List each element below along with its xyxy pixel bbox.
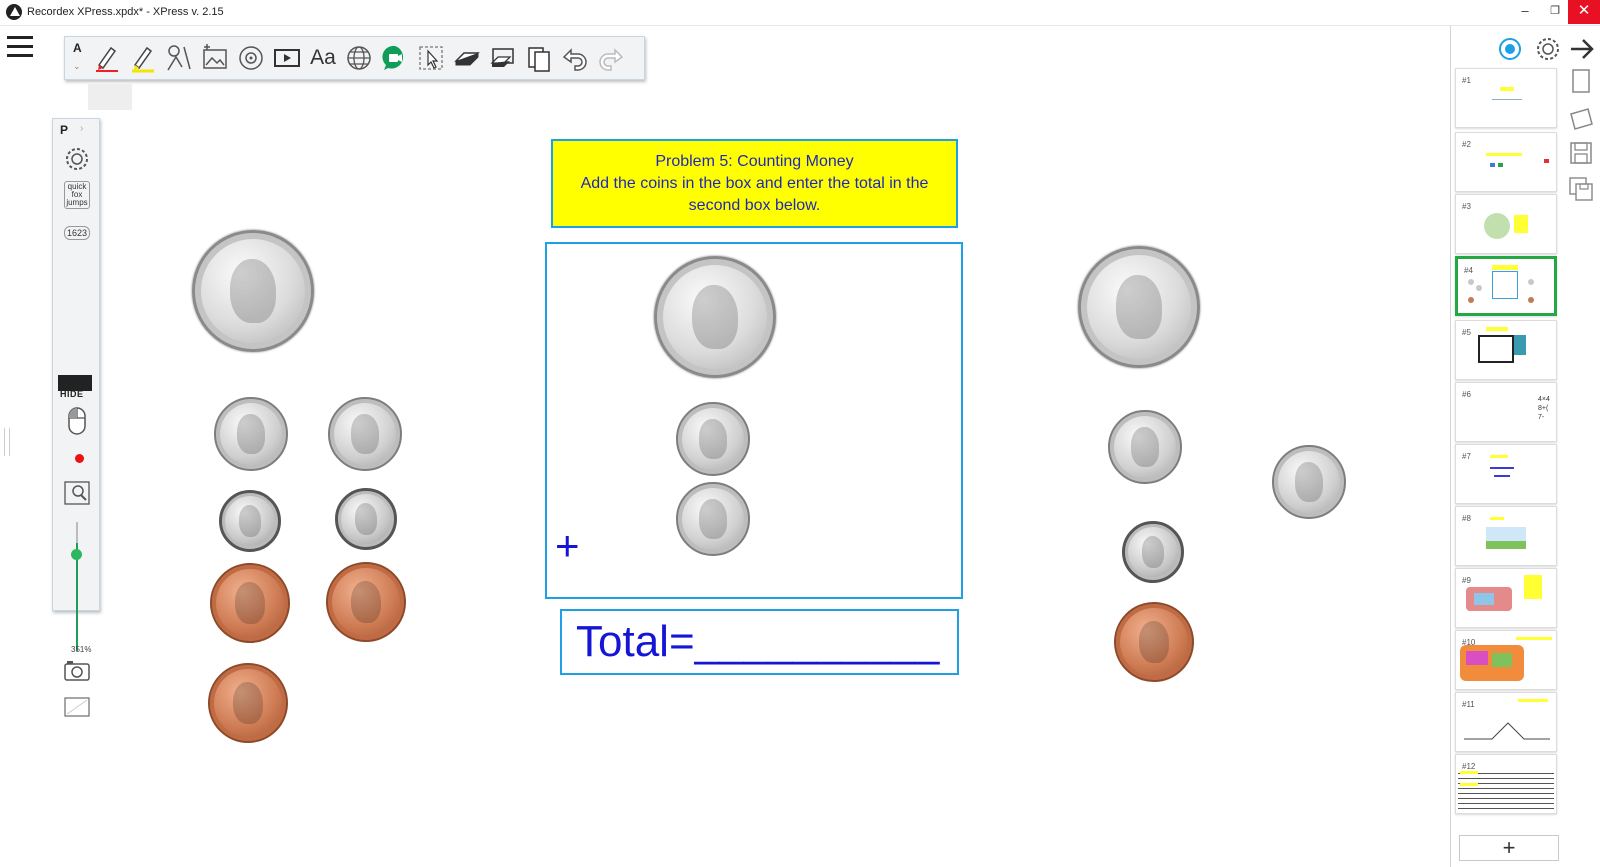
problem-instruction-line-2: second box below. bbox=[688, 197, 821, 214]
page-thumbnail[interactable]: #10 bbox=[1455, 630, 1557, 690]
nickel-coin-image[interactable] bbox=[214, 397, 288, 471]
highlighter-icon[interactable] bbox=[127, 41, 159, 75]
arrow-right-icon[interactable] bbox=[1567, 34, 1597, 64]
close-button[interactable]: ✕ bbox=[1568, 0, 1600, 24]
record-target-icon[interactable] bbox=[1495, 34, 1525, 64]
quick-note-button[interactable]: quick fox jumps bbox=[59, 179, 95, 211]
red-pen-icon[interactable] bbox=[91, 41, 123, 75]
redo-icon[interactable] bbox=[595, 41, 627, 75]
undo-icon[interactable] bbox=[559, 41, 591, 75]
record-icon[interactable] bbox=[75, 454, 84, 463]
page-panel: #1 #2 #3 #4 #5 #6 4×4 8+(7- #7 #8 #9 #1… bbox=[1450, 26, 1600, 867]
minimize-button[interactable]: – bbox=[1510, 0, 1540, 24]
penny-coin-image[interactable] bbox=[1114, 602, 1194, 682]
page-thumbnail[interactable]: #12 bbox=[1455, 754, 1557, 814]
media-disc-icon[interactable] bbox=[235, 41, 267, 75]
page-thumbnail[interactable]: #1 bbox=[1455, 68, 1557, 128]
page-thumbnail[interactable]: #6 4×4 8+( 7- bbox=[1455, 382, 1557, 442]
open-folder-icon[interactable] bbox=[1567, 104, 1595, 134]
dime-coin-image[interactable] bbox=[219, 490, 281, 552]
toolbar-collapse-caret[interactable]: ⌄ bbox=[73, 61, 81, 72]
quarter-coin-image[interactable] bbox=[192, 230, 314, 352]
globe-icon[interactable] bbox=[343, 41, 375, 75]
xpress-window: Recordex XPress.xpdx* - XPress v. 2.15 –… bbox=[0, 0, 1600, 867]
page-snippet: 4×4 8+( 7- bbox=[1538, 396, 1550, 421]
page-number: #2 bbox=[1462, 140, 1471, 149]
restore-button[interactable]: ❐ bbox=[1540, 0, 1570, 24]
text-tool-icon[interactable]: Aa bbox=[307, 41, 339, 75]
counter-button[interactable]: 1623 bbox=[59, 217, 95, 249]
nickel-coin-image[interactable] bbox=[676, 482, 750, 556]
page-number: #6 bbox=[1462, 390, 1471, 399]
page-number: #4 bbox=[1464, 266, 1473, 275]
left-strip-expand-icon[interactable]: › bbox=[80, 123, 83, 134]
eraser-icon[interactable] bbox=[451, 41, 483, 75]
page-number: #3 bbox=[1462, 202, 1471, 211]
settings-gear-icon[interactable] bbox=[59, 143, 95, 175]
page-thumbnail[interactable]: #8 bbox=[1455, 506, 1557, 566]
page-thumbnail[interactable]: #7 bbox=[1455, 444, 1557, 504]
problem-instruction-line-1: Add the coins in the box and enter the t… bbox=[580, 175, 929, 192]
clear-screen-icon[interactable] bbox=[487, 41, 519, 75]
save-icon[interactable] bbox=[1567, 138, 1595, 168]
page-thumbnail-active[interactable]: #4 bbox=[1455, 256, 1557, 316]
toolbar-mode-label[interactable]: A bbox=[73, 41, 82, 55]
select-icon[interactable] bbox=[415, 41, 447, 75]
quick-note-label: quick fox jumps bbox=[64, 181, 90, 209]
dime-coin-image[interactable] bbox=[335, 488, 397, 550]
shapes-icon[interactable] bbox=[163, 41, 195, 75]
main-toolbar: A ⌄ Aa bbox=[64, 36, 645, 80]
problem-title: Problem 5: Counting Money bbox=[655, 153, 854, 170]
hide-screen-label: HIDE bbox=[60, 389, 84, 399]
page-thumbnail[interactable]: #2 bbox=[1455, 132, 1557, 192]
window-title: Recordex XPress.xpdx* - XPress v. 2.15 bbox=[27, 6, 224, 18]
nickel-coin-image[interactable] bbox=[1272, 445, 1346, 519]
panel-resize-handle[interactable] bbox=[4, 428, 10, 456]
page-thumbnail[interactable]: #3 bbox=[1455, 194, 1557, 254]
counter-label: 1623 bbox=[63, 226, 91, 240]
page-thumbnail[interactable]: #9 bbox=[1455, 568, 1557, 628]
page-number: #1 bbox=[1462, 76, 1471, 85]
insert-image-icon[interactable] bbox=[199, 41, 231, 75]
penny-coin-image[interactable] bbox=[326, 562, 406, 642]
page-thumbnail[interactable]: #11 bbox=[1455, 692, 1557, 752]
page-number: #11 bbox=[1462, 700, 1475, 709]
camera-icon[interactable] bbox=[59, 655, 95, 687]
penny-coin-image[interactable] bbox=[208, 663, 288, 743]
page-thumbnail[interactable]: #5 bbox=[1455, 320, 1557, 380]
page-number: #5 bbox=[1462, 328, 1471, 337]
total-answer-box[interactable]: Total=__________ bbox=[560, 609, 959, 675]
new-page-icon[interactable] bbox=[1567, 66, 1595, 96]
nickel-coin-image[interactable] bbox=[328, 397, 402, 471]
quarter-coin-image[interactable] bbox=[1078, 246, 1200, 368]
zoom-percent-label: 351% bbox=[71, 645, 92, 654]
dime-coin-image[interactable] bbox=[1122, 521, 1184, 583]
add-page-button[interactable]: + bbox=[1459, 835, 1559, 861]
title-bar: Recordex XPress.xpdx* - XPress v. 2.15 –… bbox=[0, 0, 1600, 26]
page-number: #8 bbox=[1462, 514, 1471, 523]
toolbar-tooltip bbox=[88, 84, 132, 110]
nickel-coin-image[interactable] bbox=[676, 402, 750, 476]
page-number: #7 bbox=[1462, 452, 1471, 461]
page-number: #9 bbox=[1462, 576, 1471, 585]
left-tool-strip: P › quick fox jumps 1623 HIDE 351% bbox=[52, 118, 100, 717]
plus-sign: + bbox=[555, 522, 580, 569]
nickel-coin-image[interactable] bbox=[1108, 410, 1182, 484]
left-strip-header[interactable]: P bbox=[60, 123, 68, 137]
whiteboard-icon[interactable] bbox=[59, 691, 95, 723]
problem-textbox[interactable]: Problem 5: Counting Money Add the coins … bbox=[551, 139, 958, 228]
zoom-slider-handle[interactable] bbox=[71, 548, 82, 560]
app-logo-icon bbox=[6, 4, 22, 20]
menu-icon[interactable] bbox=[7, 36, 33, 57]
save-as-icon[interactable] bbox=[1567, 174, 1595, 204]
panel-settings-gear-icon[interactable] bbox=[1533, 34, 1563, 64]
penny-coin-image[interactable] bbox=[210, 563, 290, 643]
video-icon[interactable] bbox=[271, 41, 303, 75]
mouse-icon[interactable] bbox=[59, 405, 95, 437]
paste-icon[interactable] bbox=[523, 41, 555, 75]
quarter-coin-image[interactable] bbox=[654, 256, 776, 378]
zoom-magnifier-icon[interactable] bbox=[59, 477, 95, 509]
video-call-icon[interactable] bbox=[379, 41, 411, 75]
